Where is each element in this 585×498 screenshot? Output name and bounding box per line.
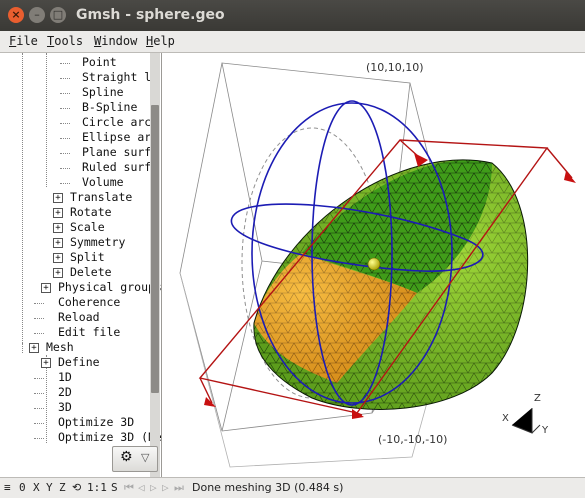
tree-item-plane-surface[interactable]: Plane surfa [82,145,158,160]
expand-symmetry-icon[interactable]: + [53,238,63,248]
chevron-down-icon: ▽ [141,451,150,464]
menu-help[interactable]: Help [146,34,175,48]
expand-mesh-icon[interactable]: + [29,343,39,353]
select-button[interactable]: S [111,481,118,494]
status-bar: ≡ 0 X Y Z ⟲ 1:1 S ⏮ ◁ ▷ ▷ ⏭ Done meshing… [0,477,585,498]
expand-physical-groups-icon[interactable]: + [41,283,51,293]
prev-step-icon[interactable]: ◁ [138,481,145,494]
axis-z-label: Z [534,393,541,404]
tree-item-optimize-3d[interactable]: Optimize 3D [58,415,134,430]
tree-item-mesh-1d[interactable]: 1D [58,370,72,385]
corner-max-label: (10,10,10) [366,61,424,74]
window-title: Gmsh - sphere.geo [76,7,225,23]
axes-indicator [511,408,541,434]
tree-item-volume[interactable]: Volume [82,175,124,190]
close-window-button[interactable]: × [8,7,24,23]
axis-x-label: X [502,413,509,424]
next-step-icon[interactable]: ▷ [162,481,169,494]
expand-translate-icon[interactable]: + [53,193,63,203]
graphics-viewport[interactable]: (10,10,10) (-10,-10,-10) X Y Z [162,53,585,477]
tree-options-button[interactable]: ⚙ ▽ [112,446,158,472]
tree-item-symmetry[interactable]: Symmetry [70,235,125,250]
tree-item-coherence[interactable]: Coherence [58,295,120,310]
tree-item-mesh[interactable]: Mesh [46,340,74,355]
tree-item-split[interactable]: Split [70,250,105,265]
tree-item-edit-file[interactable]: Edit file [58,325,120,340]
tree-item-rotate[interactable]: Rotate [70,205,112,220]
gear-icon: ⚙ [120,449,133,465]
expand-delete-icon[interactable]: + [53,268,63,278]
tree-scrollbar[interactable] [150,53,160,477]
view-x-button[interactable]: X [33,481,40,494]
tree-item-spline[interactable]: Spline [82,85,124,100]
scale-one-button[interactable]: 1:1 [87,481,107,494]
tree-item-point[interactable]: Point [82,55,117,70]
play-icon[interactable]: ▷ [150,481,157,494]
title-bar: × – □ Gmsh - sphere.geo [0,0,585,31]
center-point [367,257,381,271]
expand-split-icon[interactable]: + [53,253,63,263]
status-message: Done meshing 3D (0.484 s) [192,481,344,494]
tree-item-ellipse-arc[interactable]: Ellipse arc [82,130,158,145]
minimize-window-button[interactable]: – [29,7,45,23]
reset-view-button[interactable]: 0 [19,481,26,494]
tree-item-delete[interactable]: Delete [70,265,112,280]
tree-item-mesh-2d[interactable]: 2D [58,385,72,400]
expand-mesh-define-icon[interactable]: + [41,358,51,368]
tree-item-mesh-3d[interactable]: 3D [58,400,72,415]
menu-bar: File Tools Window Help [0,31,585,53]
view-y-button[interactable]: Y [46,481,53,494]
tree-item-optimize-3d-netgen[interactable]: Optimize 3D (Ne [58,430,161,445]
tree-item-straight-line[interactable]: Straight li [82,70,158,85]
tree-item-reload[interactable]: Reload [58,310,100,325]
first-step-icon[interactable]: ⏮ [124,481,134,495]
tree-item-translate[interactable]: Translate [70,190,132,205]
corner-min-label: (-10,-10,-10) [378,433,448,446]
tree-scrollbar-thumb[interactable] [151,105,159,393]
maximize-window-button[interactable]: □ [50,7,66,23]
tree-item-b-spline[interactable]: B-Spline [82,100,137,115]
last-step-icon[interactable]: ⏭ [174,481,184,495]
status-menu-icon[interactable]: ≡ [4,481,11,494]
rotate-icon[interactable]: ⟲ [72,481,81,494]
axis-y-label: Y [542,425,549,436]
tree-item-circle-arc[interactable]: Circle arc [82,115,151,130]
tree-item-physical-groups[interactable]: Physical groups [58,280,161,295]
tree-item-mesh-define[interactable]: Define [58,355,100,370]
expand-rotate-icon[interactable]: + [53,208,63,218]
expand-scale-icon[interactable]: + [53,223,63,233]
menu-tools[interactable]: Tools [47,34,83,48]
tree-item-scale[interactable]: Scale [70,220,105,235]
tree-item-ruled-surface[interactable]: Ruled surfa [82,160,158,175]
menu-file[interactable]: File [9,34,38,48]
view-z-button[interactable]: Z [59,481,66,494]
menu-window[interactable]: Window [94,34,137,48]
module-tree-panel: Point Straight li Spline B-Spline Circle… [0,53,162,477]
